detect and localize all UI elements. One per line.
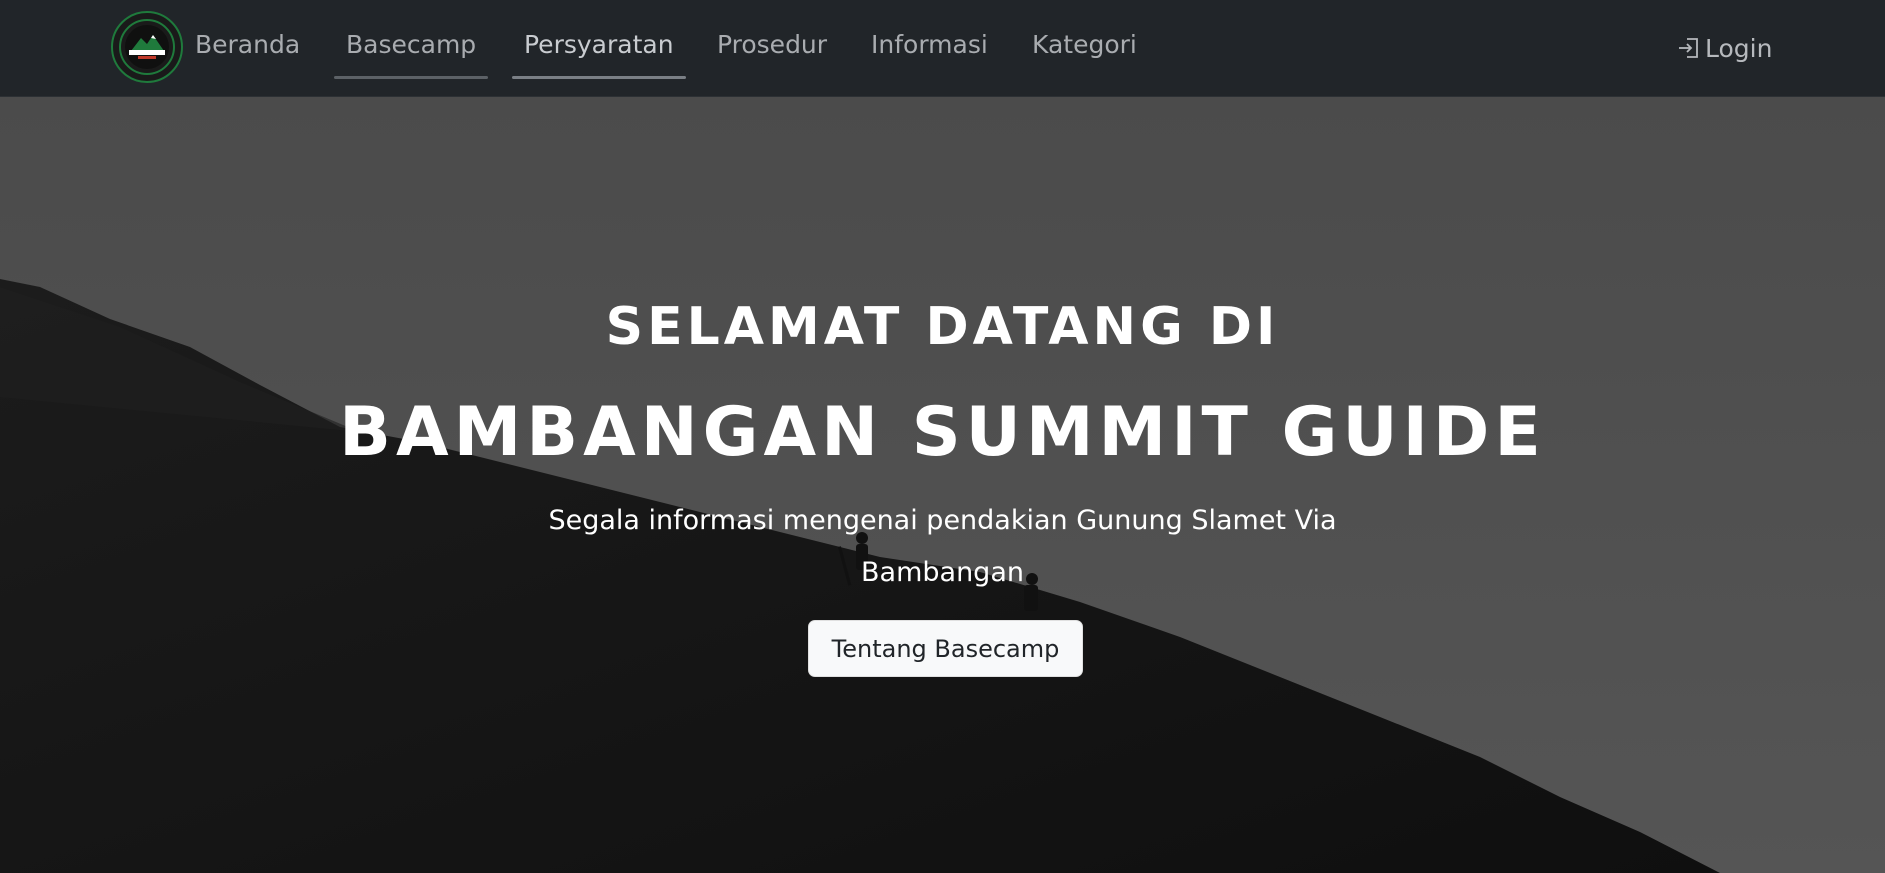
nav-link-prosedur[interactable]: Prosedur [717,28,827,68]
hero-subtitle: Segala informasi mengenai pendakian Gunu… [548,505,1337,588]
site-logo[interactable] [111,11,183,83]
top-navbar: Beranda Basecamp Persyaratan Prosedur In… [0,0,1885,97]
about-basecamp-button[interactable]: Tentang Basecamp [808,620,1083,677]
hero-section: Selamat Datang Di Bambangan Summit Guide… [0,97,1885,873]
login-label: Login [1705,33,1773,63]
login-icon [1679,38,1698,58]
hero-title: Bambangan Summit Guide [339,393,1546,472]
hero-background-image [0,97,1885,873]
nav-link-beranda[interactable]: Beranda [195,28,300,68]
logo-emblem-icon [111,11,183,83]
nav-link-kategori[interactable]: Kategori [1032,28,1137,68]
hero-welcome-text: Selamat Datang Di [605,297,1280,357]
nav-link-informasi[interactable]: Informasi [871,28,988,68]
nav-link-basecamp[interactable]: Basecamp [333,28,489,79]
nav-link-persyaratan[interactable]: Persyaratan [512,28,686,79]
login-link[interactable]: Login [1677,30,1772,66]
